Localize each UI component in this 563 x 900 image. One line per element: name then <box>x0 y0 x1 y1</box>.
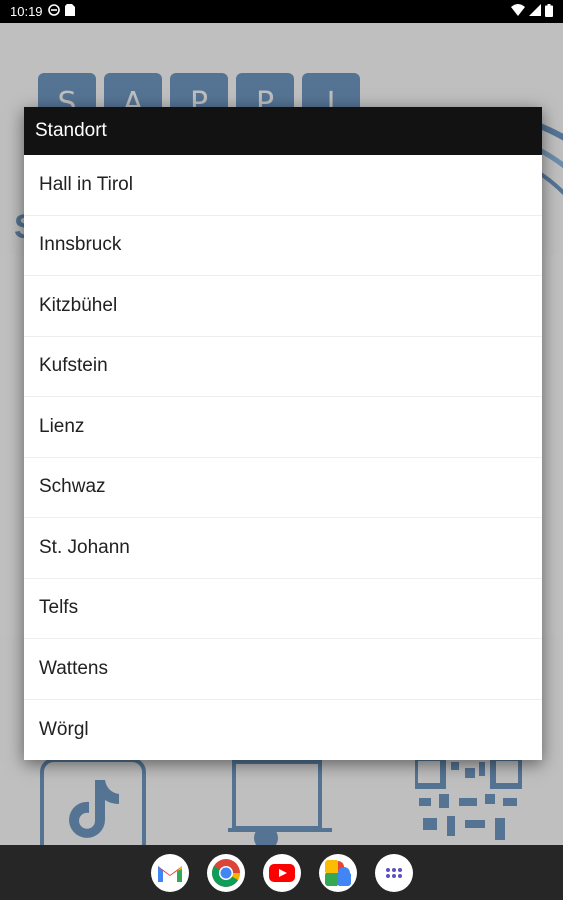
battery-icon <box>545 3 553 20</box>
tiktok-tile[interactable] <box>40 758 146 845</box>
trailer-icon[interactable] <box>228 758 338 845</box>
dnd-icon <box>47 4 60 19</box>
sim-card-icon <box>64 4 75 19</box>
location-dialog: Standort Hall in Tirol Innsbruck Kitzbüh… <box>24 107 542 760</box>
location-item[interactable]: Hall in Tirol <box>24 155 542 216</box>
location-item[interactable]: Innsbruck <box>24 215 542 276</box>
qr-code-icon[interactable] <box>415 758 522 845</box>
photos-icon[interactable] <box>318 853 357 892</box>
location-item[interactable]: Wattens <box>24 639 542 700</box>
dialog-title: Standort <box>24 107 542 155</box>
youtube-icon[interactable] <box>262 853 301 892</box>
location-item[interactable]: Kufstein <box>24 336 542 397</box>
wifi-icon <box>511 4 525 19</box>
location-item[interactable]: Telfs <box>24 578 542 639</box>
location-item[interactable]: Lienz <box>24 397 542 458</box>
gmail-icon[interactable] <box>150 853 189 892</box>
location-item[interactable]: St. Johann <box>24 518 542 579</box>
tiktok-icon <box>69 780 119 838</box>
taskbar <box>0 845 563 900</box>
status-bar: 10:19 <box>0 0 563 23</box>
signal-icon <box>529 4 541 19</box>
chrome-icon[interactable] <box>206 853 245 892</box>
location-item[interactable]: Schwaz <box>24 457 542 518</box>
location-item[interactable]: Wörgl <box>24 699 542 760</box>
app-drawer-icon[interactable] <box>374 853 413 892</box>
clock: 10:19 <box>10 4 43 19</box>
location-item[interactable]: Kitzbühel <box>24 276 542 337</box>
location-list: Hall in Tirol Innsbruck Kitzbühel Kufste… <box>24 155 542 760</box>
